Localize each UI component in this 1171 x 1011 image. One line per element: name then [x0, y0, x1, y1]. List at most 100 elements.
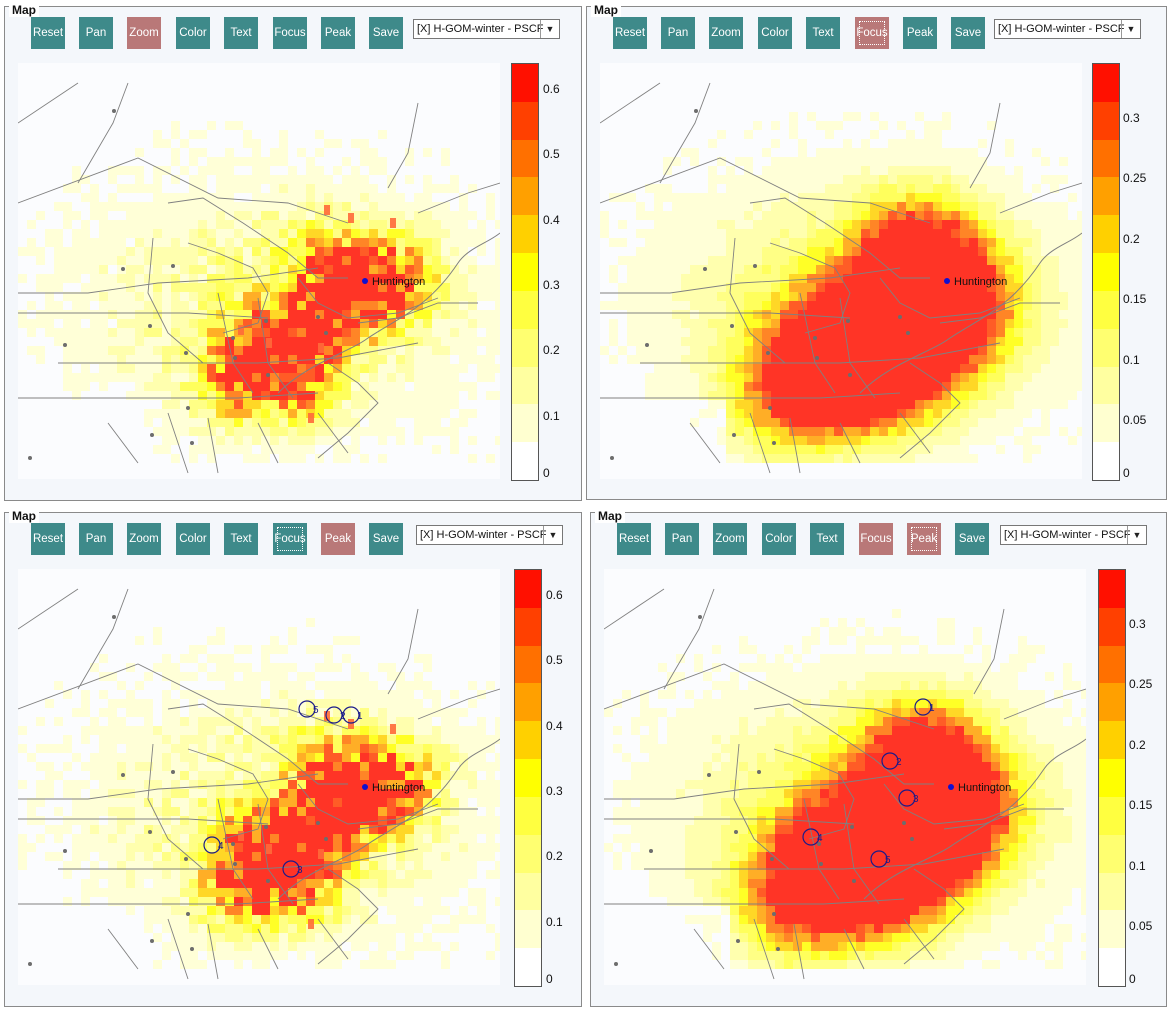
hotspot-cell	[238, 831, 244, 841]
zoom-button[interactable]: Zoom	[713, 523, 747, 555]
huntington-marker[interactable]: Huntington	[362, 276, 425, 288]
color-scale-step	[515, 948, 541, 986]
pscf-map[interactable]: Huntington 1 2 3 4 5	[604, 569, 1086, 985]
color-scale-tick-label: 0.25	[1123, 171, 1147, 186]
color-scale-tick-label: 0.6	[543, 82, 560, 97]
zoom-button[interactable]: Zoom	[127, 523, 161, 555]
reset-button[interactable]: Reset	[617, 523, 651, 555]
hotspot-cell	[390, 218, 396, 228]
save-button[interactable]: Save	[369, 17, 403, 49]
button-label: Focus	[274, 533, 306, 545]
color-scale-tick-label: 0	[1129, 972, 1136, 986]
hotspot-cell	[308, 413, 314, 423]
huntington-marker[interactable]: Huntington	[944, 276, 1007, 288]
color-scale-step	[512, 290, 538, 329]
reset-button[interactable]: Reset	[613, 17, 647, 49]
pan-button[interactable]: Pan	[79, 17, 113, 49]
save-button[interactable]: Save	[369, 523, 403, 555]
peak-label: 1	[929, 703, 935, 714]
color-scale-step	[1099, 607, 1125, 646]
huntington-marker[interactable]: Huntington	[362, 782, 425, 794]
focus-button[interactable]: Focus	[273, 17, 307, 49]
color-button[interactable]: Color	[762, 523, 796, 555]
panel-title: Map	[9, 509, 39, 523]
color-scale-tick-label: 0	[543, 466, 550, 480]
color-scale-step	[515, 645, 541, 684]
chevron-down-icon[interactable]: ▼	[540, 20, 559, 38]
focus-button[interactable]: Focus	[855, 17, 889, 49]
color-scale-step	[1099, 645, 1125, 684]
pan-button[interactable]: Pan	[661, 17, 695, 49]
peak-button[interactable]: Peak	[903, 17, 937, 49]
dataset-select[interactable]: [X] H-GOM-winter - PSCF ▼	[994, 19, 1141, 39]
color-button[interactable]: Color	[758, 17, 792, 49]
color-button[interactable]: Color	[176, 17, 210, 49]
button-label: Focus	[860, 533, 892, 545]
panel-title: Map	[591, 3, 621, 17]
huntington-marker[interactable]: Huntington	[948, 782, 1011, 794]
city-label: Huntington	[958, 782, 1011, 794]
color-scale-bar	[511, 63, 539, 481]
dataset-select[interactable]: [X] H-GOM-winter - PSCF ▼	[413, 19, 560, 39]
pscf-map[interactable]: Huntington 1 2 3 4 5	[18, 569, 500, 985]
reset-button[interactable]: Reset	[31, 523, 65, 555]
focus-button[interactable]: Focus	[859, 523, 893, 555]
map-panel: Map Reset Pan Zoom Color Text Focus Peak Save […	[4, 509, 582, 1007]
peak-label: 2	[340, 711, 346, 722]
color-scale-tick-label: 0.4	[546, 718, 563, 733]
button-label: Save	[954, 27, 982, 39]
color-scale-tick-label: 0.2	[546, 849, 563, 864]
color-scale-tick-label: 0.05	[1123, 413, 1147, 428]
pscf-map[interactable]: Huntington	[18, 63, 500, 479]
color-scale-step	[1093, 253, 1119, 291]
text-button[interactable]: Text	[224, 523, 258, 555]
color-scale-step	[1093, 64, 1119, 102]
button-label: Pan	[667, 27, 689, 39]
color-scale-step	[512, 253, 538, 291]
color-scale-tick-label: 0.2	[1129, 737, 1146, 752]
color-scale-step	[512, 64, 538, 102]
reset-button[interactable]: Reset	[31, 17, 65, 49]
color-button[interactable]: Color	[176, 523, 210, 555]
color-scale-step	[512, 139, 538, 178]
color-scale-step	[1093, 404, 1119, 443]
peak-button[interactable]: Peak	[321, 17, 355, 49]
save-button[interactable]: Save	[955, 523, 989, 555]
map-panel: Map Reset Pan Zoom Color Text Focus Peak Save […	[4, 3, 582, 501]
text-button[interactable]: Text	[806, 17, 840, 49]
peak-button[interactable]: Peak	[321, 523, 355, 555]
color-scale-tick-label: 0.3	[543, 278, 560, 293]
text-button[interactable]: Text	[810, 523, 844, 555]
zoom-button[interactable]: Zoom	[127, 17, 161, 49]
city-label: Huntington	[372, 782, 425, 794]
zoom-button[interactable]: Zoom	[709, 17, 743, 49]
button-label: Color	[761, 27, 789, 39]
button-label: Reset	[618, 533, 650, 545]
city-label: Huntington	[372, 276, 425, 288]
text-button[interactable]: Text	[224, 17, 258, 49]
focus-button[interactable]: Focus	[273, 523, 307, 555]
panel-title: Map	[595, 509, 625, 523]
pscf-map[interactable]: Huntington	[600, 63, 1082, 479]
pan-button[interactable]: Pan	[79, 523, 113, 555]
button-label: Focus	[856, 27, 888, 39]
color-scale-tick-label: 0.15	[1129, 798, 1153, 813]
save-button[interactable]: Save	[951, 17, 985, 49]
map-toolbar: Reset Pan Zoom Color Text Focus Peak Save	[617, 523, 1027, 555]
color-scale-tick-label: 0.6	[546, 588, 563, 603]
chevron-down-icon[interactable]: ▼	[543, 526, 562, 544]
dataset-select[interactable]: [X] H-GOM-winter - PSCF ▼	[1000, 525, 1147, 545]
color-scale-bar	[514, 569, 542, 987]
dataset-select[interactable]: [X] H-GOM-winter - PSCF ▼	[416, 525, 563, 545]
chevron-down-icon[interactable]: ▼	[1127, 526, 1146, 544]
button-label: Peak	[906, 27, 934, 39]
hotspot-cell	[318, 343, 324, 353]
map-toolbar: Reset Pan Zoom Color Text Focus Peak Save	[613, 17, 1023, 49]
peak-button[interactable]: Peak	[907, 523, 941, 555]
color-scale-tick-label: 0.1	[546, 914, 563, 929]
hotspot-cell	[324, 205, 330, 215]
chevron-down-icon[interactable]: ▼	[1121, 20, 1140, 38]
pan-button[interactable]: Pan	[665, 523, 699, 555]
color-scale-tick-label: 0.5	[546, 653, 563, 668]
pscf-heat-layer	[18, 121, 500, 463]
